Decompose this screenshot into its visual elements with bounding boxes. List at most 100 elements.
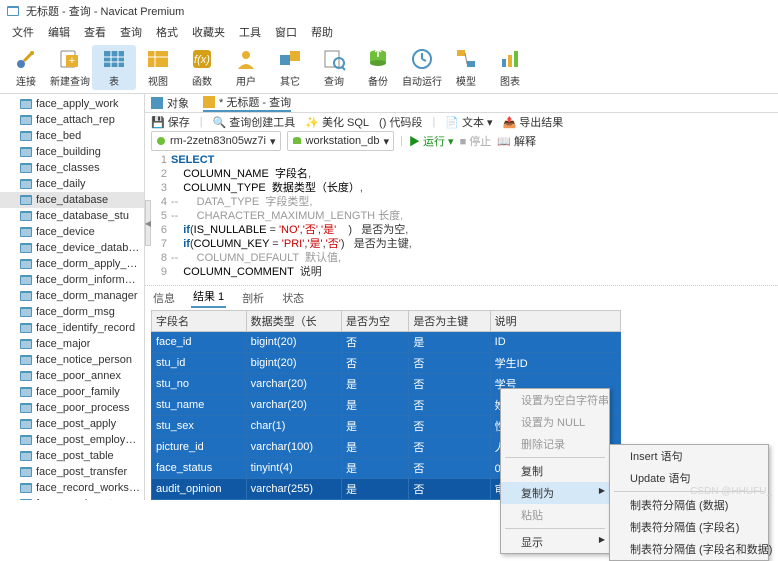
result-sub-tabs: 信息结果 1 剖析状态 — [145, 286, 778, 308]
table-item-face_apply_work[interactable]: face_apply_work — [0, 96, 144, 112]
context-menu[interactable]: 设置为空白字符串设置为 NULL删除记录复制复制为▶粘贴显示▶ — [500, 388, 610, 554]
menu-查询[interactable]: 查询 — [114, 22, 148, 42]
watermark: CSDN @HHUFU_ — [690, 486, 772, 497]
table-item-face_device[interactable]: face_device — [0, 224, 144, 240]
context-submenu-copy-as[interactable]: Insert 语句Update 语句制表符分隔值 (数据)制表符分隔值 (字段名… — [609, 444, 769, 561]
table-item-face_bed[interactable]: face_bed — [0, 128, 144, 144]
subtab-状态[interactable]: 状态 — [280, 288, 306, 308]
menu-格式[interactable]: 格式 — [150, 22, 184, 42]
column-header[interactable]: 是否为主键 — [409, 311, 490, 332]
table-icon — [20, 131, 32, 141]
user-icon — [234, 47, 258, 71]
ctx-item[interactable]: 复制 — [501, 460, 609, 482]
table-icon — [20, 339, 32, 349]
column-header[interactable]: 是否为空 — [341, 311, 408, 332]
save-button[interactable]: 💾 保存 — [151, 114, 190, 130]
subtab-剖析[interactable]: 剖析 — [240, 288, 266, 308]
toolbar-user-button[interactable]: 用户 — [224, 45, 268, 90]
query-builder-button[interactable]: 🔍 查询创建工具 — [213, 114, 296, 130]
table-item-face_attach_rep[interactable]: face_attach_rep — [0, 112, 144, 128]
explain-button[interactable]: 📖 解释 — [497, 133, 536, 149]
table-item-face_classes[interactable]: face_classes — [0, 160, 144, 176]
menu-收藏夹[interactable]: 收藏夹 — [186, 22, 231, 42]
subtab-结果 1[interactable]: 结果 1 — [191, 286, 226, 308]
toolbar-backup-button[interactable]: 备份 — [356, 45, 400, 90]
database-dropdown[interactable]: workstation_db ▾ — [287, 131, 395, 151]
table-item-face_poor_process[interactable]: face_poor_process — [0, 400, 144, 416]
column-header[interactable]: 数据类型（长 — [246, 311, 341, 332]
toolbar-chart-button[interactable]: 图表 — [488, 45, 532, 90]
sql-editor[interactable]: 123456789 SELECT COLUMN_NAME 字段名, COLUMN… — [145, 151, 778, 286]
connection-bar: rm-2zetn83n05wz7i ▾ workstation_db ▾ | ▶… — [145, 131, 778, 151]
table-icon — [20, 323, 32, 333]
table-item-face_building[interactable]: face_building — [0, 144, 144, 160]
backup-icon — [366, 47, 390, 71]
table-item-face_daily[interactable]: face_daily — [0, 176, 144, 192]
result-row[interactable]: stu_idbigint(20)否否学生ID — [152, 353, 621, 374]
ctx-item[interactable]: 制表符分隔值 (字段名) — [610, 516, 768, 538]
toolbar-view-button[interactable]: 视图 — [136, 45, 180, 90]
table-item-face_post_table[interactable]: face_post_table — [0, 448, 144, 464]
code-segment-button[interactable]: () 代码段 — [379, 114, 422, 130]
ctx-item[interactable]: 制表符分隔值 (字段名和数据) — [610, 538, 768, 560]
table-item-face_dorm_apply_file[interactable]: face_dorm_apply_file — [0, 256, 144, 272]
ctx-item[interactable]: Insert 语句 — [610, 445, 768, 467]
menu-编辑[interactable]: 编辑 — [42, 22, 76, 42]
doc-tab[interactable]: 对象 — [151, 95, 189, 111]
toolbar-table-button[interactable]: 表 — [92, 45, 136, 90]
table-item-face_notice_person[interactable]: face_notice_person — [0, 352, 144, 368]
toolbar-query-button[interactable]: 查询 — [312, 45, 356, 90]
export-result-button[interactable]: 📤 导出结果 — [503, 114, 564, 130]
subtab-信息[interactable]: 信息 — [151, 288, 177, 308]
ctx-item[interactable]: 制表符分隔值 (数据) — [610, 494, 768, 516]
ctx-item[interactable]: 复制为▶ — [501, 482, 609, 504]
column-header[interactable]: 字段名 — [152, 311, 247, 332]
text-view-button[interactable]: 📄 文本 ▾ — [445, 114, 492, 130]
menu-帮助[interactable]: 帮助 — [305, 22, 339, 42]
stop-button[interactable]: ■ 停止 — [460, 133, 492, 149]
table-item-face_record_workstudy[interactable]: face_record_workstudy — [0, 480, 144, 496]
menu-文件[interactable]: 文件 — [6, 22, 40, 42]
table-icon — [102, 47, 126, 71]
column-header[interactable]: 说明 — [490, 311, 620, 332]
table-item-face_poor_annex[interactable]: face_poor_annex — [0, 368, 144, 384]
doc-tab[interactable]: * 无标题 - 查询 — [203, 94, 291, 112]
table-icon — [20, 275, 32, 285]
ctx-item: 设置为空白字符串 — [501, 389, 609, 411]
toolbar-model-button[interactable]: 模型 — [444, 45, 488, 90]
table-item-face_identify_record[interactable]: face_identify_record — [0, 320, 144, 336]
toolbar-auto-button[interactable]: 自动运行 — [400, 45, 444, 90]
ctx-item[interactable]: 显示▶ — [501, 531, 609, 553]
table-item-face_dorm_msg[interactable]: face_dorm_msg — [0, 304, 144, 320]
run-button[interactable]: ▶ 运行 ▾ — [409, 133, 454, 149]
table-item-face_device_database[interactable]: face_device_database — [0, 240, 144, 256]
ctx-item: 删除记录 — [501, 433, 609, 455]
table-item-face_database[interactable]: face_database — [0, 192, 144, 208]
table-item-face_database_stu[interactable]: face_database_stu — [0, 208, 144, 224]
table-item-face_poor_family[interactable]: face_poor_family — [0, 384, 144, 400]
toolbar-other-button[interactable]: 其它 — [268, 45, 312, 90]
table-list-sidebar[interactable]: face_apply_workface_attach_repface_bedfa… — [0, 94, 145, 500]
toolbar-func-button[interactable]: f(x)函数 — [180, 45, 224, 90]
menu-窗口[interactable]: 窗口 — [269, 22, 303, 42]
table-item-face_post_employmen[interactable]: face_post_employmen — [0, 432, 144, 448]
table-icon — [20, 451, 32, 461]
connect-icon — [14, 47, 38, 71]
table-item-face_major[interactable]: face_major — [0, 336, 144, 352]
server-dropdown[interactable]: rm-2zetn83n05wz7i ▾ — [151, 131, 281, 151]
table-item-face_post_apply[interactable]: face_post_apply — [0, 416, 144, 432]
table-icon — [20, 99, 32, 109]
title-bar: 无标题 - 查询 - Navicat Premium — [0, 0, 778, 22]
table-item-face_post_transfer[interactable]: face_post_transfer — [0, 464, 144, 480]
toolbar-connect-button[interactable]: 连接 — [4, 45, 48, 90]
menu-查看[interactable]: 查看 — [78, 22, 112, 42]
result-row[interactable]: face_idbigint(20)否是ID — [152, 332, 621, 353]
menu-工具[interactable]: 工具 — [233, 22, 267, 42]
svg-text:f(x): f(x) — [194, 54, 210, 66]
toolbar-newquery-button[interactable]: +新建查询 — [48, 45, 92, 90]
table-item-face_dorm_information[interactable]: face_dorm_information — [0, 272, 144, 288]
table-item-face_dorm_manager[interactable]: face_dorm_manager — [0, 288, 144, 304]
table-item-face_repair_note[interactable]: face_repair_note — [0, 496, 144, 500]
beautify-sql-button[interactable]: ✨ 美化 SQL — [305, 114, 369, 130]
other-icon — [278, 47, 302, 71]
